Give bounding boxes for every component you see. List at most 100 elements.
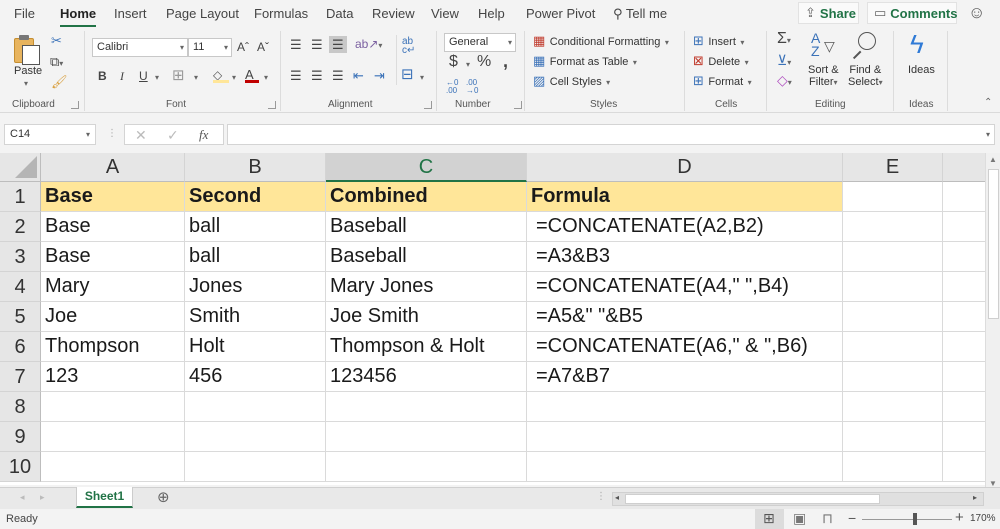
cell-e8[interactable] [843, 392, 943, 422]
font-size-select[interactable]: 11 ▾ [188, 38, 232, 57]
sort-filter-icon[interactable]: AZ [811, 31, 820, 58]
cell-f4[interactable] [943, 272, 985, 302]
format-as-table-button[interactable]: ▦ Format as Table ▾ [533, 52, 637, 70]
tab-file[interactable]: File [14, 6, 35, 21]
tab-view[interactable]: View [431, 6, 459, 21]
scroll-left-icon[interactable]: ◂ [615, 493, 619, 502]
cell-e1[interactable] [843, 182, 943, 212]
font-color-icon[interactable]: A [245, 66, 259, 84]
scroll-right-icon[interactable]: ▸ [973, 493, 977, 502]
cell-d1[interactable]: Formula [527, 182, 843, 212]
merge-dropdown-icon[interactable]: ▾ [420, 73, 424, 82]
cell-c2[interactable]: Baseball [326, 212, 527, 242]
row-header[interactable]: 3 [0, 242, 41, 272]
cell-d7[interactable]: =A7&B7 [527, 362, 843, 392]
expand-formula-bar-icon[interactable]: ▾ [986, 130, 990, 139]
cell-d10[interactable] [527, 452, 843, 482]
clear-eraser-icon[interactable]: ◇▾ [777, 73, 792, 87]
cell-d3[interactable]: =A3&B3 [527, 242, 843, 272]
cell-a5[interactable]: Joe [41, 302, 185, 332]
cell-d9[interactable] [527, 422, 843, 452]
page-break-preview-icon[interactable]: ⊓ [822, 510, 833, 527]
cell-b1[interactable]: Second [185, 182, 326, 212]
decrease-indent-icon[interactable]: ⇤ [353, 69, 364, 82]
cell-e10[interactable] [843, 452, 943, 482]
cell-c5[interactable]: Joe Smith [326, 302, 527, 332]
cell-b10[interactable] [185, 452, 326, 482]
cell-a10[interactable] [41, 452, 185, 482]
conditional-formatting-button[interactable]: ▦ Conditional Formatting ▾ [533, 32, 669, 50]
cell-e9[interactable] [843, 422, 943, 452]
cell-b4[interactable]: Jones [185, 272, 326, 302]
cell-d6[interactable]: =CONCATENATE(A6," & ",B6) [527, 332, 843, 362]
cell-b2[interactable]: ball [185, 212, 326, 242]
cell-f7[interactable] [943, 362, 985, 392]
wrap-text-icon[interactable]: ab c↵ [402, 37, 415, 56]
underline-button[interactable]: U [139, 70, 148, 82]
cell-d2[interactable]: =CONCATENATE(A2,B2) [527, 212, 843, 242]
ideas-lightning-icon[interactable]: ϟ [910, 31, 924, 57]
cell-e6[interactable] [843, 332, 943, 362]
cell-a3[interactable]: Base [41, 242, 185, 272]
column-header-b[interactable]: B [185, 153, 326, 182]
copy-icon[interactable]: ⧉▾ [50, 55, 63, 68]
zoom-slider-thumb[interactable] [913, 513, 917, 525]
tab-home[interactable]: Home [60, 6, 97, 28]
cell-f8[interactable] [943, 392, 985, 422]
cell-a9[interactable] [41, 422, 185, 452]
cell-a7[interactable]: 123 [41, 362, 185, 392]
cell-c8[interactable] [326, 392, 527, 422]
cell-c3[interactable]: Baseball [326, 242, 527, 272]
currency-button[interactable]: $ [449, 54, 458, 70]
cell-d4[interactable]: =CONCATENATE(A4," ",B4) [527, 272, 843, 302]
tab-page-layout[interactable]: Page Layout [166, 6, 239, 21]
tab-power-pivot[interactable]: Power Pivot [526, 6, 595, 21]
cell-b3[interactable]: ball [185, 242, 326, 272]
tab-data[interactable]: Data [326, 6, 353, 21]
column-header-a[interactable]: A [41, 153, 185, 182]
vertical-scroll-thumb[interactable] [988, 169, 999, 319]
cell-d8[interactable] [527, 392, 843, 422]
fill-icon[interactable]: ⊻▾ [777, 53, 791, 67]
horizontal-scrollbar[interactable]: ◂ ▸ [612, 492, 984, 506]
format-painter-icon[interactable]: 🖌 [51, 75, 68, 88]
tab-review[interactable]: Review [372, 6, 415, 21]
font-name-select[interactable]: Calibri ▾ [92, 38, 188, 57]
alignment-launcher-icon[interactable] [424, 101, 432, 109]
cell-d5[interactable]: =A5&" "&B5 [527, 302, 843, 332]
cell-c7[interactable]: 123456 [326, 362, 527, 392]
insert-function-icon[interactable]: fx [199, 127, 208, 143]
underline-dropdown-icon[interactable]: ▾ [155, 73, 159, 82]
cancel-icon[interactable]: ✕ [135, 127, 147, 144]
align-right-icon[interactable]: ☰ [332, 69, 344, 82]
format-cells-button[interactable]: ⊞ Format ▾ [693, 72, 752, 90]
cell-c9[interactable] [326, 422, 527, 452]
vertical-scrollbar[interactable]: ▲ ▼ [985, 153, 1000, 491]
increase-decimal-icon[interactable]: ←0.00 [446, 79, 458, 95]
align-middle-icon[interactable]: ☰ [311, 38, 323, 51]
row-header[interactable]: 2 [0, 212, 41, 242]
column-header-d[interactable]: D [527, 153, 843, 182]
insert-cells-button[interactable]: ⊞ Insert ▾ [693, 32, 744, 50]
number-launcher-icon[interactable] [514, 101, 522, 109]
horizontal-scroll-thumb[interactable] [625, 494, 880, 504]
tab-formulas[interactable]: Formulas [254, 6, 308, 21]
row-header[interactable]: 9 [0, 422, 41, 452]
paste-button[interactable]: Paste [14, 65, 42, 77]
increase-font-size-icon[interactable]: Aˆ [237, 41, 249, 53]
column-header-c[interactable]: C [326, 153, 527, 182]
cell-b5[interactable]: Smith [185, 302, 326, 332]
cell-a4[interactable]: Mary [41, 272, 185, 302]
cell-f5[interactable] [943, 302, 985, 332]
select-all-button[interactable] [0, 153, 41, 182]
row-header[interactable]: 10 [0, 452, 41, 482]
ideas-button[interactable]: Ideas [908, 64, 935, 76]
merge-center-icon[interactable]: ⊟ [401, 67, 414, 82]
font-launcher-icon[interactable] [268, 101, 276, 109]
align-bottom-icon[interactable]: ☰ [329, 36, 347, 53]
borders-dropdown-icon[interactable]: ▾ [194, 73, 198, 82]
tab-help[interactable]: Help [478, 6, 505, 21]
increase-indent-icon[interactable]: ⇥ [374, 69, 385, 82]
zoom-slider[interactable] [862, 519, 952, 520]
paste-icon[interactable] [14, 35, 42, 65]
